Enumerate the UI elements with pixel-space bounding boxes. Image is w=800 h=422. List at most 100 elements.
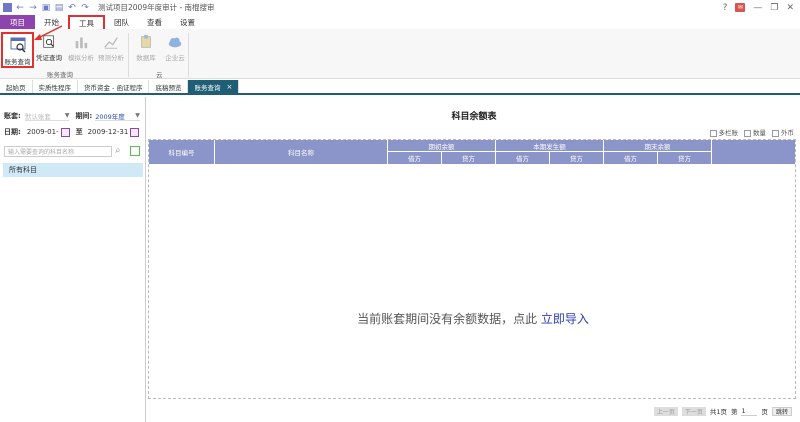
empty-state-text: 当前账套期间没有余额数据，点此 xyxy=(357,312,538,326)
page-number-input[interactable]: 1 xyxy=(741,407,758,416)
close-tab-icon[interactable]: × xyxy=(226,83,232,91)
database-label: 数据库 xyxy=(136,54,156,62)
menu-tab-settings[interactable]: 设置 xyxy=(171,15,204,29)
report-title: 科目余额表 xyxy=(451,112,497,122)
title-bar: ← → ▣ ▤ ↶ ↷ 测试项目2009年度审计 - 南棍搜审 ? ✉ — ❐ … xyxy=(0,0,800,15)
account-select[interactable]: 默认账套 ▼ xyxy=(24,111,70,121)
feedback-icon[interactable]: ✉ xyxy=(735,3,746,12)
option-label: 数量 xyxy=(753,129,766,137)
enterprise-cloud-button[interactable]: 企业云 xyxy=(160,32,190,62)
redo-icon[interactable]: ↷ xyxy=(80,3,90,13)
account-label: 账套: xyxy=(4,112,21,120)
save-all-icon[interactable]: ▤ xyxy=(54,3,64,13)
option-multi-column[interactable]: 多栏账 xyxy=(709,127,739,137)
document-tabs: 起始页 实质性程序 货币资金 - 函证程序 底稿预览 账务查询 × xyxy=(0,80,800,95)
forecast-analysis-label: 预测分析 xyxy=(98,54,124,62)
ribbon-group-account-query: 账务查询 xyxy=(47,71,73,79)
window-title: 测试项目2009年度审计 - 南棍搜审 xyxy=(98,3,215,12)
ribbon: 账务查询 凭证查询 模拟分析 预测分析 数据库 企业云 账务查询 云 xyxy=(0,29,800,79)
page-suffix: 页 xyxy=(761,408,768,416)
tree-item-all-subjects[interactable]: 所有科目 xyxy=(3,163,143,177)
checkbox[interactable] xyxy=(744,129,751,137)
option-label: 外币 xyxy=(781,129,794,137)
tab-account-query[interactable]: 账务查询 × xyxy=(188,80,240,93)
prev-page-button[interactable]: 上一页 xyxy=(653,406,678,416)
col-extra xyxy=(712,140,795,165)
tab-substantive-procedures[interactable]: 实质性程序 xyxy=(33,80,78,93)
quick-access-toolbar: ← → ▣ ▤ ↶ ↷ xyxy=(0,3,90,13)
subject-search-input[interactable]: 输入需要查询的科目名称 xyxy=(4,146,112,157)
menu-bar: 项目 开始 工具 团队 查看 设置 xyxy=(0,15,800,31)
ribbon-group-cloud: 云 xyxy=(156,71,163,79)
simulation-analysis-label: 模拟分析 xyxy=(68,54,94,62)
page-label: 第 xyxy=(730,408,738,416)
col-group-period: 本期发生额 xyxy=(496,140,604,152)
menu-tab-start[interactable]: 开始 xyxy=(35,15,68,29)
report-panel: 科目余额表 多栏账 数量 外币 科目编号 科目名称 期初余额 借方 贷方 本期发… xyxy=(148,97,800,422)
menu-tab-view[interactable]: 查看 xyxy=(138,15,171,29)
close-button[interactable]: ✕ xyxy=(786,3,794,13)
tab-workpaper-preview[interactable]: 底稿预览 xyxy=(149,80,189,93)
option-quantity[interactable]: 数量 xyxy=(744,127,766,137)
help-icon[interactable]: ? xyxy=(723,3,728,13)
database-icon xyxy=(141,34,151,48)
restore-button[interactable]: ❐ xyxy=(770,3,778,13)
go-to-page-button[interactable]: 跳转 xyxy=(771,406,792,416)
col-opening-credit: 贷方 xyxy=(442,152,496,165)
forward-icon[interactable]: → xyxy=(28,3,38,13)
forecast-analysis-button[interactable]: 预测分析 xyxy=(96,32,126,62)
window-controls: ? ✉ — ❐ ✕ xyxy=(723,0,800,15)
calendar-icon[interactable] xyxy=(60,127,70,137)
balance-table: 科目编号 科目名称 期初余额 借方 贷方 本期发生额 借方 贷方 期末余额 借方… xyxy=(148,139,796,399)
checkbox[interactable] xyxy=(709,129,717,137)
bar-chart-icon xyxy=(75,37,88,49)
date-row: 日期: 2009-01- 至 2009-12-31 xyxy=(4,127,140,137)
report-options: 多栏账 数量 外币 xyxy=(709,127,794,137)
col-closing-debit: 借方 xyxy=(604,152,658,165)
col-period-debit: 借方 xyxy=(496,152,550,165)
voucher-query-icon xyxy=(43,35,54,48)
col-group-closing: 期末余额 xyxy=(604,140,712,152)
minimize-button[interactable]: — xyxy=(753,3,762,13)
save-icon[interactable]: ▣ xyxy=(41,3,51,13)
col-opening-debit: 借方 xyxy=(388,152,442,165)
total-pages: 共1页 xyxy=(709,408,727,416)
simulation-analysis-button[interactable]: 模拟分析 xyxy=(66,32,96,62)
account-query-icon xyxy=(10,37,25,53)
import-now-link[interactable]: 立即导入 xyxy=(541,312,589,326)
search-icon[interactable]: ⌕ xyxy=(115,145,121,156)
back-icon[interactable]: ← xyxy=(15,3,25,13)
ribbon-separator xyxy=(128,33,129,77)
tab-start-page[interactable]: 起始页 xyxy=(0,80,33,93)
query-sidebar: 账套: 默认账套 ▼ 期间: 2009年度 ▼ 日期: 2009-01- 至 2… xyxy=(0,97,146,422)
next-page-button[interactable]: 下一页 xyxy=(681,406,706,416)
option-foreign-currency[interactable]: 外币 xyxy=(772,127,794,137)
enterprise-cloud-label: 企业云 xyxy=(165,54,185,62)
period-select[interactable]: 2009年度 ▼ xyxy=(95,111,140,121)
checkbox[interactable] xyxy=(772,129,779,137)
col-closing-credit: 贷方 xyxy=(658,152,712,165)
tab-account-query-label: 账务查询 xyxy=(194,83,221,92)
account-query-button[interactable]: 账务查询 xyxy=(1,32,34,68)
undo-icon[interactable]: ↶ xyxy=(67,3,77,13)
app-logo-icon xyxy=(3,3,12,12)
period-select-value: 2009年度 xyxy=(95,112,125,121)
date-from-input[interactable]: 2009-01- xyxy=(27,128,59,136)
account-period-row: 账套: 默认账套 ▼ 期间: 2009年度 ▼ xyxy=(4,111,140,121)
copy-icon[interactable] xyxy=(130,146,140,156)
menu-project[interactable]: 项目 xyxy=(0,15,35,29)
line-chart-icon xyxy=(104,37,118,49)
account-query-label: 账务查询 xyxy=(4,58,31,66)
menu-tab-team[interactable]: 团队 xyxy=(105,15,138,29)
col-subject-code: 科目编号 xyxy=(149,140,215,165)
voucher-query-button[interactable]: 凭证查询 xyxy=(34,32,64,62)
date-to-input[interactable]: 2009-12-31 xyxy=(88,128,129,136)
database-button[interactable]: 数据库 xyxy=(131,32,161,62)
option-label: 多栏账 xyxy=(718,129,739,137)
tab-cash-confirmation[interactable]: 货币资金 - 函证程序 xyxy=(78,80,150,93)
empty-state-message: 当前账套期间没有余额数据，点此 立即导入 xyxy=(149,310,797,327)
col-group-opening: 期初余额 xyxy=(388,140,496,152)
chevron-down-icon: ▼ xyxy=(64,112,70,119)
calendar-icon[interactable] xyxy=(130,127,140,137)
period-label: 期间: xyxy=(75,112,93,120)
